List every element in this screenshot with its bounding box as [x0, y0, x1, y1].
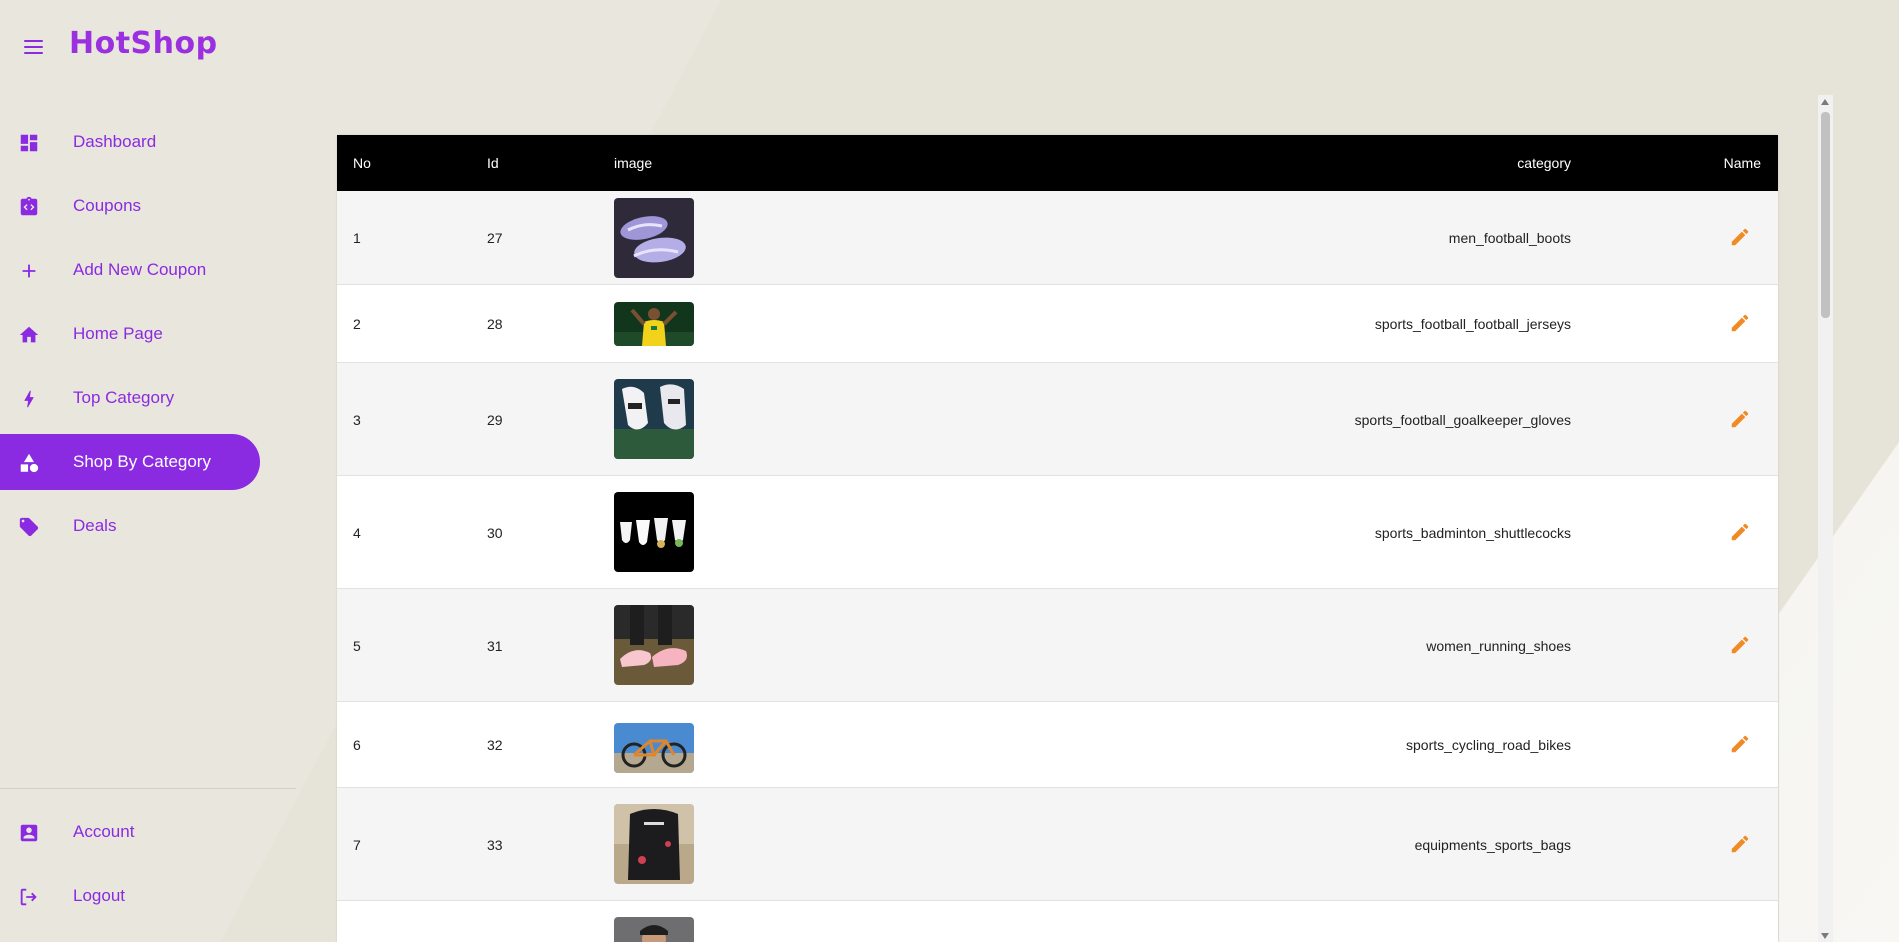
- bolt-icon: [24, 390, 34, 408]
- sidebar-item-add-new-coupon[interactable]: Add New Coupon: [0, 242, 260, 298]
- cell-id: 27: [487, 230, 503, 246]
- category-thumbnail: [614, 917, 694, 942]
- category-thumbnail: [614, 492, 694, 572]
- table-row: [337, 901, 1778, 942]
- column-header-category[interactable]: category: [1517, 155, 1571, 171]
- table-row: 4 30 sports_badminton_shuttlecocks: [337, 476, 1778, 589]
- logout-icon: [20, 888, 37, 906]
- plus-icon: [22, 264, 36, 278]
- cell-category: sports_football_football_jerseys: [1374, 316, 1571, 332]
- background-accent: [1779, 0, 1899, 942]
- table-row: 7 33 equipments_sports_bags: [337, 788, 1778, 901]
- sidebar-item-deals[interactable]: Deals: [0, 498, 260, 554]
- home-icon: [19, 326, 39, 343]
- table-row: 1 27 men_football_boots: [337, 191, 1778, 285]
- table-row: 2 28 sports_football_football_jerseys: [337, 285, 1778, 363]
- sidebar-item-label: Logout: [73, 886, 125, 905]
- category-table: No Id image category Name 1 27 men_footb…: [337, 135, 1778, 942]
- scroll-down-arrow-icon[interactable]: [1821, 933, 1829, 939]
- cell-category: equipments_sports_bags: [1414, 837, 1571, 853]
- cell-no: 4: [353, 525, 361, 541]
- edit-icon[interactable]: [1729, 312, 1751, 334]
- category-thumbnail: [614, 379, 694, 459]
- cell-id: 30: [487, 525, 503, 541]
- column-header-no[interactable]: No: [353, 155, 371, 171]
- sidebar-item-label: Deals: [73, 516, 117, 535]
- cell-id: 31: [487, 638, 503, 654]
- cell-no: 6: [353, 737, 361, 753]
- brand-header: HotShop: [0, 0, 296, 94]
- edit-icon[interactable]: [1729, 521, 1751, 543]
- cell-no: 7: [353, 837, 361, 853]
- sidebar-item-label: Dashboard: [73, 132, 157, 151]
- edit-icon[interactable]: [1729, 634, 1751, 656]
- edit-icon[interactable]: [1729, 226, 1751, 248]
- cell-no: 2: [353, 316, 361, 332]
- edit-icon[interactable]: [1729, 833, 1751, 855]
- sidebar-item-label: Account: [73, 822, 135, 841]
- cell-no: 1: [353, 230, 361, 246]
- tag-icon: [19, 517, 39, 537]
- table-row: 5 31 women_running_shoes: [337, 589, 1778, 702]
- cell-category: women_running_shoes: [1426, 638, 1571, 654]
- sidebar-item-label: Shop By Category: [73, 452, 211, 471]
- menu-icon[interactable]: [24, 36, 50, 58]
- cell-no: 3: [353, 412, 361, 428]
- cell-id: 32: [487, 737, 503, 753]
- cell-category: men_football_boots: [1448, 230, 1571, 246]
- sidebar: HotShop Dashboard Coupons Add New Coupon…: [0, 0, 296, 942]
- category-thumbnail: [614, 198, 694, 278]
- cell-id: 29: [487, 412, 503, 428]
- sidebar-item-dashboard[interactable]: Dashboard: [0, 114, 260, 170]
- category-thumbnail: [614, 804, 694, 884]
- sidebar-item-coupons[interactable]: Coupons: [0, 178, 260, 234]
- dashboard-icon: [20, 134, 38, 152]
- vertical-scrollbar[interactable]: [1818, 95, 1833, 942]
- sidebar-item-account[interactable]: Account: [0, 804, 260, 860]
- cell-category: sports_badminton_shuttlecocks: [1374, 525, 1571, 541]
- cell-category: sports_football_goalkeeper_gloves: [1354, 412, 1571, 428]
- sidebar-item-label: Top Category: [73, 388, 175, 407]
- table-row: 6 32 sports_cycling_road_bikes: [337, 702, 1778, 788]
- category-thumbnail: [614, 723, 694, 773]
- cell-no: 5: [353, 638, 361, 654]
- table-header: No Id image category Name: [337, 135, 1778, 191]
- cell-category: sports_cycling_road_bikes: [1406, 737, 1571, 753]
- column-header-id[interactable]: Id: [487, 155, 499, 171]
- brand-logo[interactable]: HotShop: [69, 26, 218, 61]
- sidebar-divider: [0, 788, 296, 789]
- category-icon: [20, 453, 39, 473]
- sidebar-item-label: Add New Coupon: [73, 260, 207, 279]
- coupon-icon: [20, 196, 38, 216]
- cell-id: 33: [487, 837, 503, 853]
- category-thumbnail: [614, 302, 694, 346]
- sidebar-item-top-category[interactable]: Top Category: [0, 370, 260, 426]
- scrollbar-thumb[interactable]: [1821, 112, 1830, 318]
- scroll-up-arrow-icon[interactable]: [1821, 99, 1829, 105]
- edit-icon[interactable]: [1729, 408, 1751, 430]
- cell-id: 28: [487, 316, 503, 332]
- sidebar-item-shop-by-category[interactable]: Shop By Category: [0, 434, 260, 490]
- column-header-name[interactable]: Name: [1724, 155, 1761, 171]
- sidebar-item-logout[interactable]: Logout: [0, 868, 260, 924]
- sidebar-item-label: Coupons: [73, 196, 142, 215]
- edit-icon[interactable]: [1729, 733, 1751, 755]
- table-row: 3 29 sports_football_goalkeeper_gloves: [337, 363, 1778, 476]
- column-header-image[interactable]: image: [614, 155, 652, 171]
- sidebar-item-label: Home Page: [73, 324, 163, 343]
- account-icon: [20, 824, 38, 842]
- category-thumbnail: [614, 605, 694, 685]
- sidebar-item-home-page[interactable]: Home Page: [0, 306, 260, 362]
